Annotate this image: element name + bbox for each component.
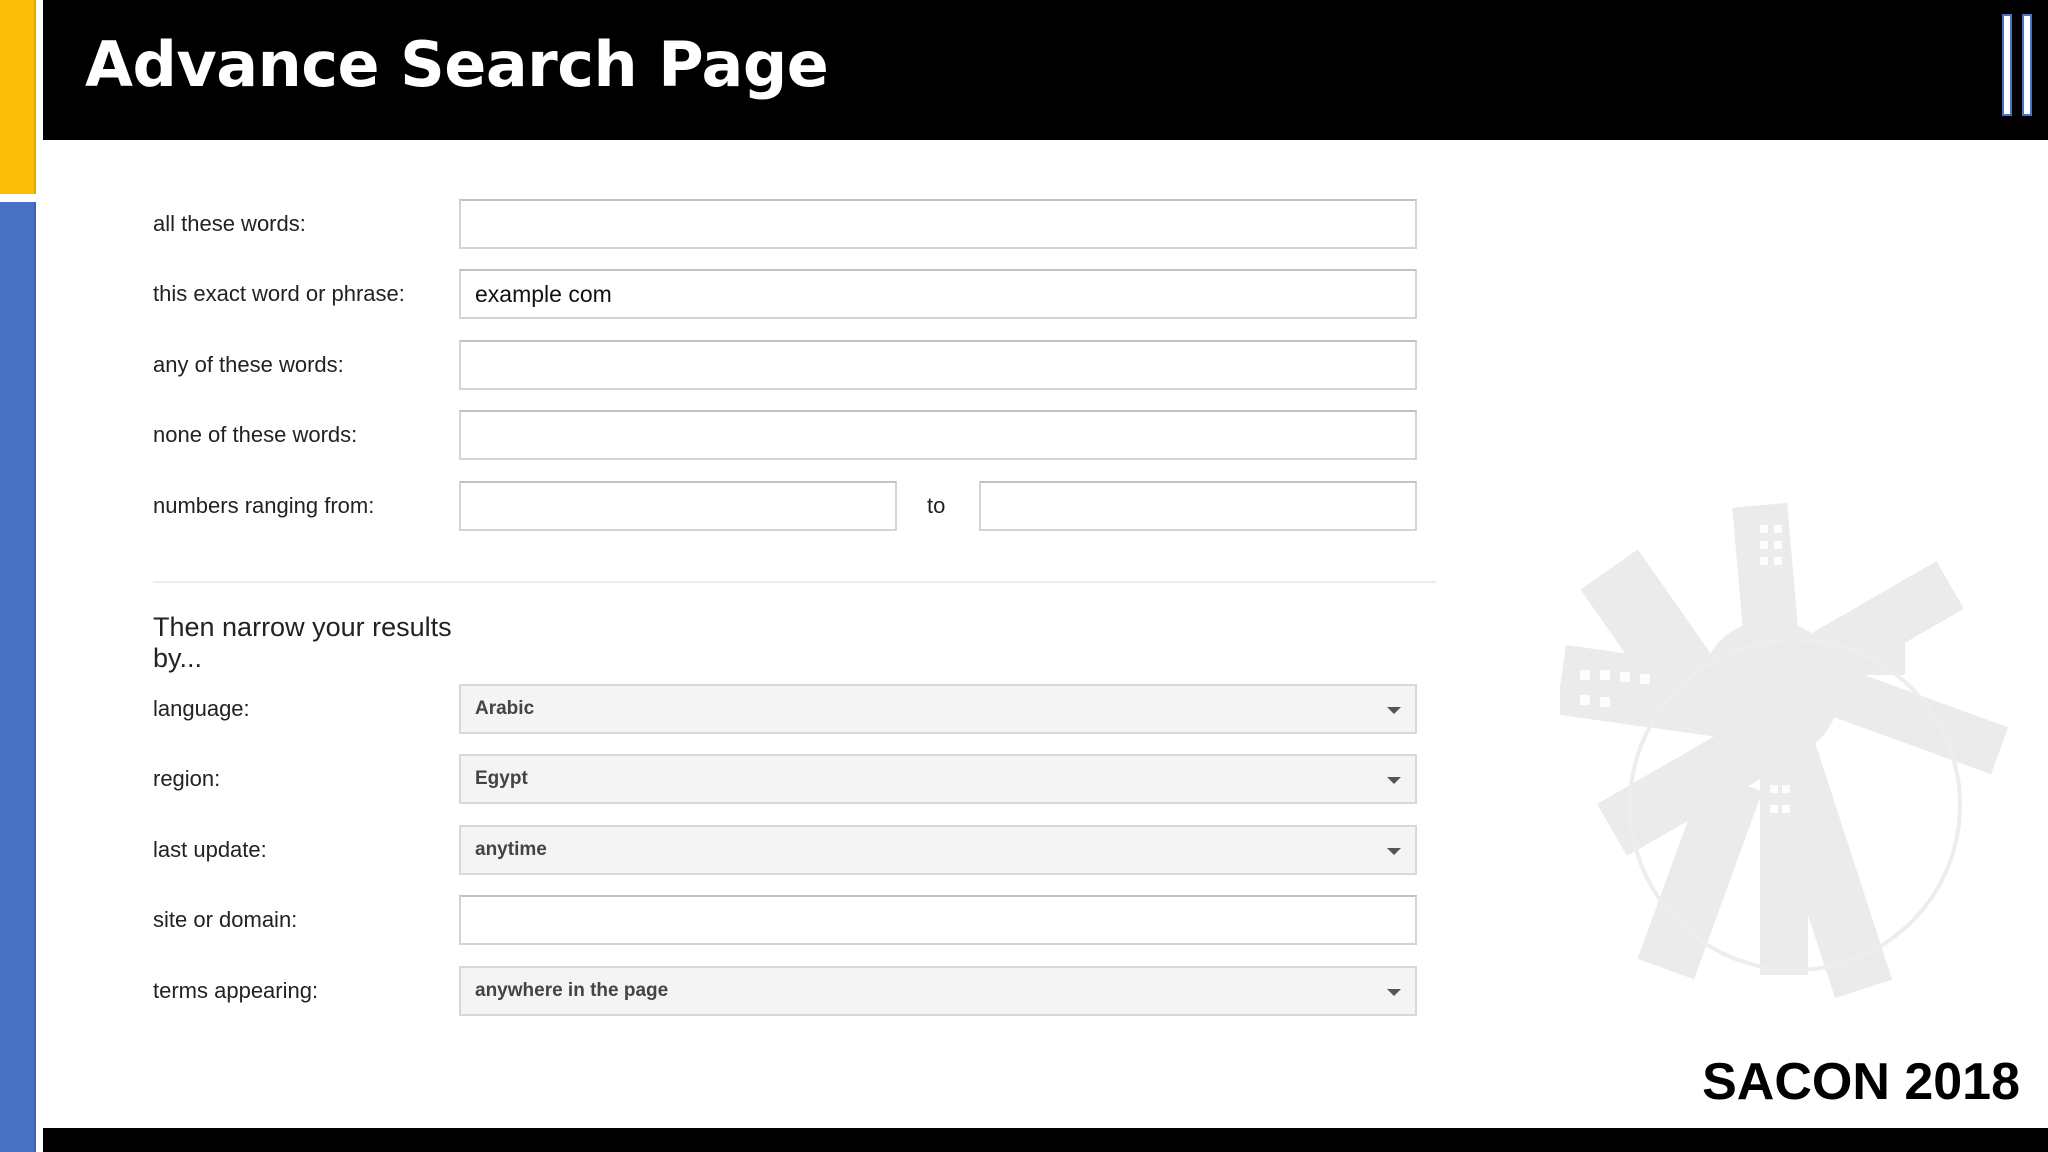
site-domain-input[interactable] <box>459 895 1417 945</box>
exact-phrase-label: this exact word or phrase: <box>153 281 405 306</box>
terms-appearing-selected-value: anywhere in the page <box>475 980 669 1001</box>
last-update-select[interactable]: anytime <box>459 825 1417 875</box>
terms-appearing-label: terms appearing: <box>153 978 319 1003</box>
none-words-input[interactable] <box>459 410 1417 460</box>
accent-strip-yellow <box>0 0 36 194</box>
narrow-results-heading: Then narrow your results by... <box>153 612 452 673</box>
any-words-label: any of these words: <box>153 352 344 377</box>
page-title: Advance Search Page <box>85 28 829 101</box>
last-update-selected-value: anytime <box>475 839 547 860</box>
region-selected-value: Egypt <box>475 768 528 789</box>
header-bars-icon <box>2002 14 2036 116</box>
slide: Advance Search Page all these words: thi… <box>0 0 2048 1152</box>
none-words-label: none of these words: <box>153 422 358 447</box>
language-select[interactable]: Arabic <box>459 684 1417 734</box>
numbers-label: numbers ranging from: <box>153 493 375 518</box>
numbers-from-input[interactable] <box>459 481 897 531</box>
language-label: language: <box>153 696 250 721</box>
dropdown-caret-icon <box>1387 848 1401 855</box>
any-words-input[interactable] <box>459 340 1417 390</box>
all-words-label: all these words: <box>153 211 306 236</box>
all-words-input[interactable] <box>459 199 1417 249</box>
numbers-to-label: to <box>927 493 946 518</box>
exact-phrase-input[interactable] <box>459 269 1417 319</box>
region-select[interactable]: Egypt <box>459 754 1417 804</box>
footer-bar <box>43 1128 2048 1152</box>
accent-strip-blue <box>0 202 36 1152</box>
region-label: region: <box>153 766 221 791</box>
site-domain-label: site or domain: <box>153 907 298 932</box>
terms-appearing-select[interactable]: anywhere in the page <box>459 966 1417 1016</box>
event-brand: SACON 2018 <box>1702 1053 2020 1111</box>
last-update-label: last update: <box>153 837 267 862</box>
language-selected-value: Arabic <box>475 698 535 719</box>
dropdown-caret-icon <box>1387 777 1401 784</box>
section-divider <box>153 581 1436 583</box>
city-watermark-icon <box>1560 502 2009 999</box>
numbers-to-input[interactable] <box>979 481 1417 531</box>
dropdown-caret-icon <box>1387 989 1401 996</box>
dropdown-caret-icon <box>1387 707 1401 714</box>
header-bar: Advance Search Page <box>43 0 2048 140</box>
